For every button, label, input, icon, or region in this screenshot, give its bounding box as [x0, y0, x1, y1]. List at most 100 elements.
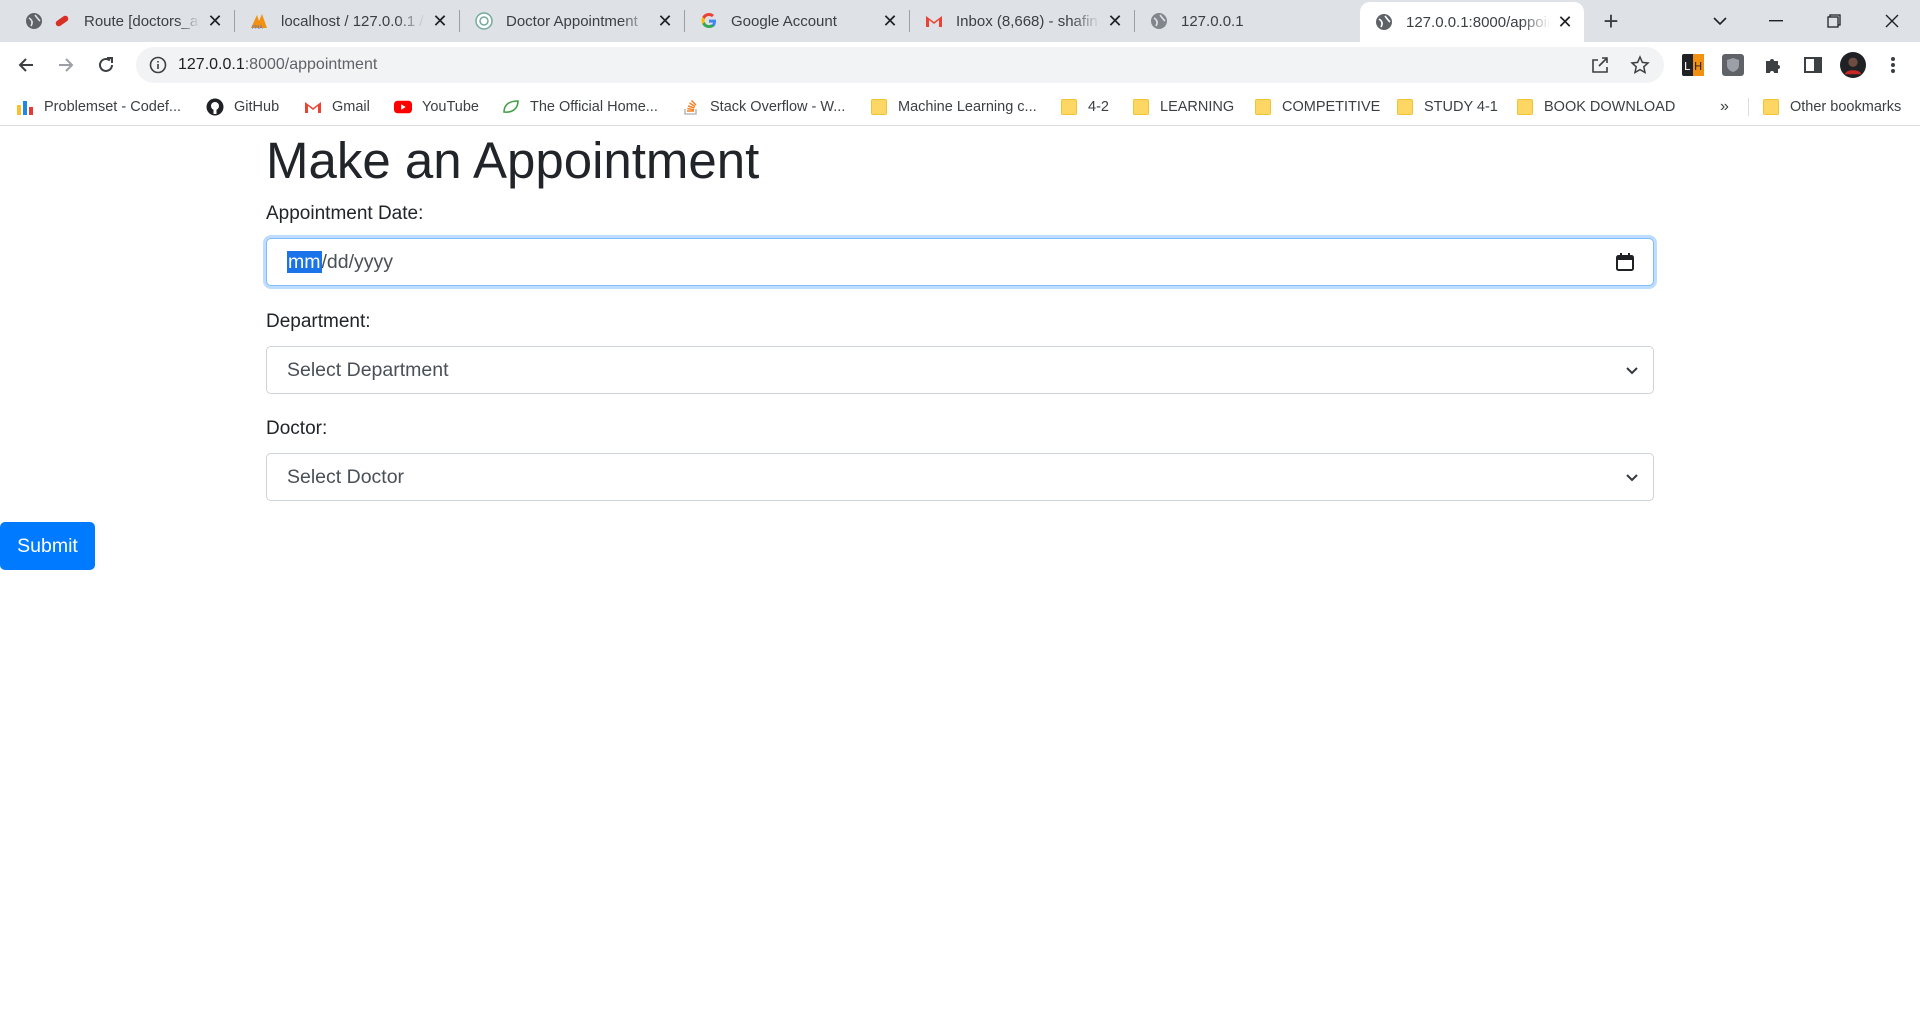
bookmark-label: LEARNING: [1160, 98, 1235, 115]
bookmarks-overflow-button[interactable]: »: [1720, 88, 1729, 125]
bookmarks-divider: [1748, 98, 1749, 116]
folder-icon: [1060, 98, 1078, 116]
date-month-segment[interactable]: mm: [287, 251, 322, 273]
bookmark-star-icon[interactable]: [1628, 53, 1652, 77]
tab-title: localhost / 127.0.0.1 /: [281, 12, 424, 30]
restore-button[interactable]: [1806, 0, 1862, 42]
close-window-button[interactable]: [1864, 0, 1920, 42]
tab-title: Inbox (8,668) - shafin: [956, 12, 1098, 30]
bookmark-folder[interactable]: STUDY 4-1: [1396, 88, 1498, 125]
phpmyadmin-icon: PMA: [249, 11, 269, 31]
tab-search-button[interactable]: [1692, 0, 1748, 42]
reload-icon: [99, 57, 113, 72]
appointment-date-label: Appointment Date:: [266, 203, 424, 224]
department-label: Department:: [266, 311, 371, 332]
department-selected-value: Select Department: [287, 359, 449, 381]
menu-kebab-icon[interactable]: [1880, 52, 1906, 78]
bookmark-item[interactable]: GitHub: [206, 88, 279, 125]
red-pill-icon: [52, 11, 72, 31]
bookmark-item[interactable]: The Official Home...: [502, 88, 658, 125]
youtube-icon: [394, 98, 412, 116]
github-icon: [206, 98, 224, 116]
doctor-selected-value: Select Doctor: [287, 466, 405, 488]
forward-button[interactable]: [48, 47, 84, 83]
info-icon[interactable]: [148, 55, 168, 75]
globe-icon: [1374, 12, 1394, 32]
minimize-button[interactable]: [1748, 0, 1804, 42]
folder-icon: [1516, 98, 1534, 116]
browser-tab[interactable]: Google Account ✕: [685, 0, 909, 42]
gmail-icon: [924, 11, 944, 31]
stackoverflow-icon: [682, 98, 700, 116]
page-content: Make an Appointment Appointment Date: mm…: [0, 127, 1920, 1030]
browser-tab[interactable]: PMA localhost / 127.0.0.1 / ✕: [235, 0, 459, 42]
browser-tab-active[interactable]: 127.0.0.1:8000/appoin ✕: [1360, 2, 1584, 42]
chevron-down-icon: [1626, 367, 1638, 375]
other-bookmarks-folder[interactable]: Other bookmarks: [1762, 88, 1901, 125]
department-select[interactable]: Select Department: [266, 346, 1654, 394]
url-host: 127.0.0.1: [178, 56, 245, 73]
close-icon[interactable]: ✕: [431, 11, 449, 31]
bookmark-label: Problemset - Codef...: [44, 98, 181, 115]
bookmarks-bar: Problemset - Codef... GitHub Gmail YouTu…: [0, 88, 1920, 126]
bookmark-label: Gmail: [332, 98, 370, 115]
folder-icon: [1396, 98, 1414, 116]
bookmark-label: Stack Overflow - W...: [710, 98, 846, 115]
bookmark-item[interactable]: Problemset - Codef...: [16, 88, 181, 125]
date-rest-segment[interactable]: /dd/yyyy: [322, 251, 394, 273]
url-text[interactable]: 127.0.0.1:8000/appointment: [178, 56, 377, 74]
tab-title: 127.0.0.1:8000/appoin: [1406, 13, 1550, 31]
close-icon[interactable]: ✕: [206, 11, 224, 31]
tab-title: Doctor Appointment: [506, 12, 638, 30]
browser-toolbar: 127.0.0.1:8000/appointment LH: [0, 42, 1920, 88]
svg-text:PMA: PMA: [252, 25, 263, 30]
bookmark-folder[interactable]: BOOK DOWNLOAD: [1516, 88, 1675, 125]
bookmark-label: Other bookmarks: [1790, 98, 1902, 115]
bookmark-folder[interactable]: COMPETITIVE: [1254, 88, 1380, 125]
browser-tab[interactable]: Route [doctors_ap ✕: [0, 0, 234, 42]
address-bar[interactable]: 127.0.0.1:8000/appointment: [136, 47, 1664, 83]
page-title: Make an Appointment: [266, 132, 760, 189]
bookmark-item[interactable]: YouTube: [394, 88, 479, 125]
bookmark-label: YouTube: [422, 98, 479, 115]
globe-icon: [1149, 11, 1169, 31]
browser-tab[interactable]: Inbox (8,668) - shafin ✕: [910, 0, 1134, 42]
close-icon[interactable]: ✕: [1106, 11, 1124, 31]
close-icon[interactable]: ✕: [881, 11, 899, 31]
bookmark-label: 4-2: [1088, 98, 1109, 115]
svg-text:L: L: [1684, 60, 1691, 73]
extension-lh-icon[interactable]: LH: [1680, 52, 1706, 78]
tab-title: 127.0.0.1: [1181, 12, 1244, 30]
bookmark-folder[interactable]: LEARNING: [1132, 88, 1234, 125]
share-icon[interactable]: [1588, 53, 1612, 77]
close-icon: [1885, 14, 1899, 28]
new-tab-button[interactable]: +: [1596, 6, 1626, 36]
submit-button[interactable]: Submit: [0, 522, 95, 570]
extensions-puzzle-icon[interactable]: [1760, 52, 1786, 78]
bookmark-folder[interactable]: Machine Learning c...: [870, 88, 1037, 125]
chatgpt-icon: [474, 11, 494, 31]
url-path: :8000/appointment: [244, 56, 378, 73]
appointment-date-input[interactable]: mm/dd/yyyy: [266, 238, 1654, 286]
date-placeholder: mm/dd/yyyy: [287, 251, 393, 274]
browser-tab[interactable]: Doctor Appointment ✕: [460, 0, 684, 42]
bookmark-item[interactable]: Stack Overflow - W...: [682, 88, 845, 125]
arrow-right-icon: [59, 58, 74, 72]
extension-shield-icon[interactable]: [1720, 52, 1746, 78]
bookmark-item[interactable]: Gmail: [304, 88, 370, 125]
chevron-down-icon: [1713, 17, 1727, 26]
bookmark-folder[interactable]: 4-2: [1060, 88, 1109, 125]
bookmark-label: COMPETITIVE: [1282, 98, 1381, 115]
profile-avatar[interactable]: [1840, 52, 1866, 78]
restore-icon: [1827, 14, 1841, 28]
close-icon[interactable]: ✕: [656, 11, 674, 31]
gmail-icon: [304, 98, 322, 116]
back-button[interactable]: [8, 47, 44, 83]
side-panel-icon[interactable]: [1800, 52, 1826, 78]
folder-icon: [1762, 98, 1780, 116]
close-icon[interactable]: ✕: [1556, 12, 1574, 32]
reload-button[interactable]: [88, 47, 124, 83]
browser-tab[interactable]: 127.0.0.1: [1135, 0, 1359, 42]
doctor-select[interactable]: Select Doctor: [266, 453, 1654, 501]
calendar-icon[interactable]: [1615, 252, 1635, 272]
